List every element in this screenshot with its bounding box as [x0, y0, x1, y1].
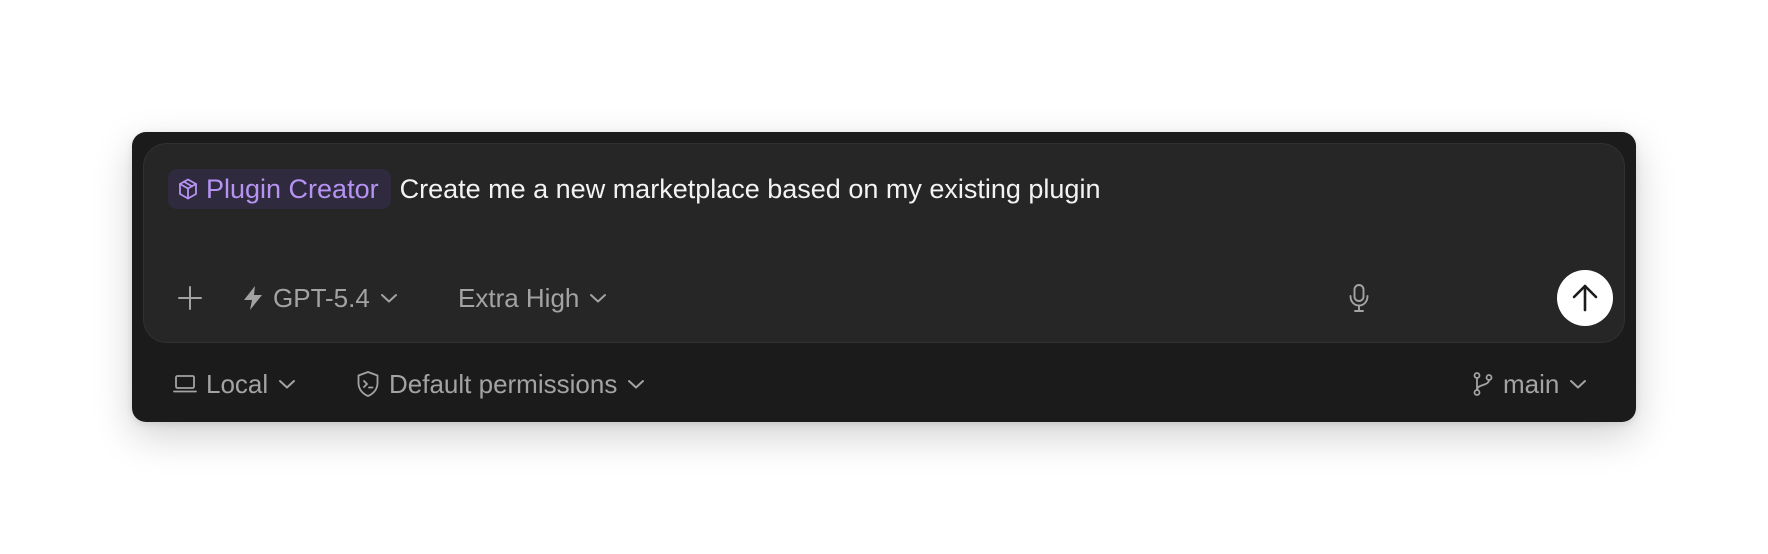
permissions-selector[interactable]: Default permissions	[356, 362, 645, 406]
branch-selector[interactable]: main	[1472, 362, 1587, 406]
model-selector[interactable]: GPT-5.4	[242, 270, 398, 326]
chevron-down-icon	[628, 380, 645, 389]
reasoning-effort-selector[interactable]: Extra High	[458, 270, 607, 326]
skill-chip-label: Plugin Creator	[206, 173, 379, 204]
chevron-down-icon	[590, 294, 607, 303]
arrow-up-icon	[1572, 284, 1598, 312]
prompt-text[interactable]: Create me a new marketplace based on my …	[400, 174, 1101, 205]
prompt-composer[interactable]: Plugin Creator Create me a new marketpla…	[143, 143, 1625, 343]
plus-icon	[178, 286, 202, 310]
cube-icon	[179, 178, 197, 200]
chevron-down-icon	[1570, 380, 1587, 389]
reasoning-effort-label: Extra High	[458, 282, 580, 313]
git-branch-icon	[1473, 372, 1493, 396]
skill-chip-plugin-creator[interactable]: Plugin Creator	[168, 169, 391, 209]
chevron-down-icon	[380, 294, 397, 303]
environment-label: Local	[206, 368, 269, 399]
branch-label: main	[1503, 368, 1560, 399]
laptop-icon	[173, 375, 197, 393]
permissions-label: Default permissions	[389, 368, 618, 399]
composer-panel: Plugin Creator Create me a new marketpla…	[132, 132, 1636, 422]
attach-button[interactable]	[174, 270, 206, 326]
chevron-down-icon	[279, 380, 296, 389]
voice-input-button[interactable]	[1344, 270, 1374, 326]
model-label: GPT-5.4	[273, 282, 370, 313]
composer-footer: Local Default permissions main	[132, 362, 1636, 406]
prompt-row: Plugin Creator Create me a new marketpla…	[168, 169, 1100, 209]
lightning-icon	[244, 286, 262, 310]
shield-terminal-icon	[357, 371, 379, 397]
send-button[interactable]	[1557, 270, 1613, 326]
environment-selector[interactable]: Local	[173, 362, 296, 406]
microphone-icon	[1349, 284, 1369, 312]
composer-toolbar: GPT-5.4 Extra High	[144, 270, 1624, 326]
